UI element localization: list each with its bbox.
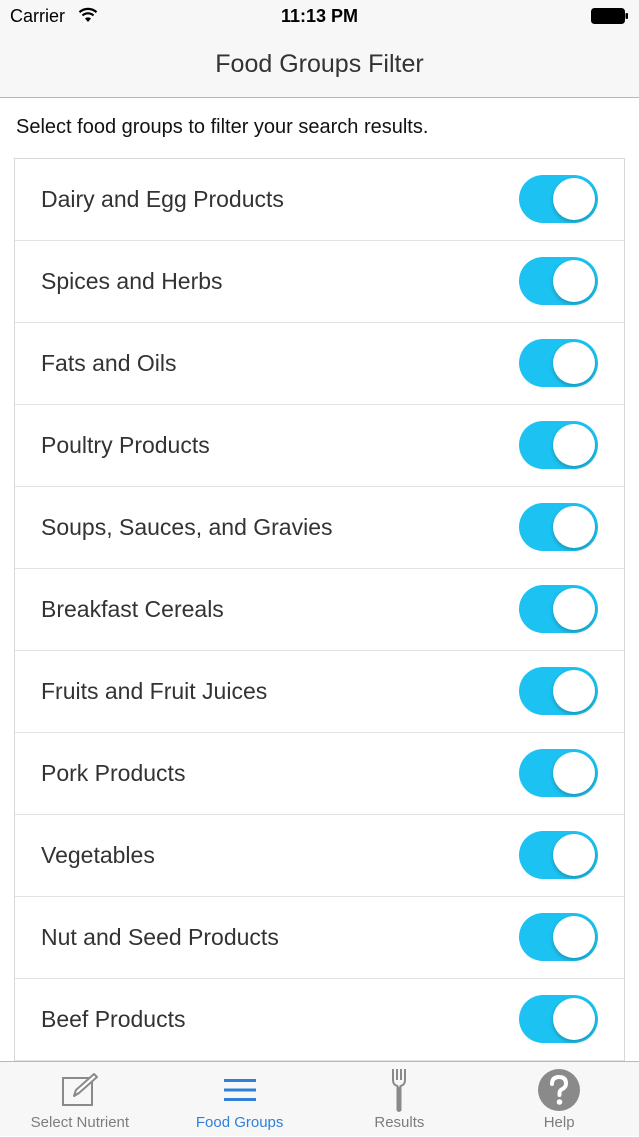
status-bar: Carrier 11:13 PM: [0, 0, 639, 34]
tab-food-groups[interactable]: Food Groups: [160, 1062, 320, 1137]
food-group-row: Dairy and Egg Products: [15, 159, 624, 241]
food-group-toggle[interactable]: [519, 503, 598, 551]
tab-label: Select Nutrient: [30, 1114, 130, 1131]
food-group-label: Vegetables: [41, 842, 155, 868]
food-group-toggle[interactable]: [519, 339, 598, 387]
food-group-row: Nut and Seed Products: [15, 897, 624, 979]
food-group-row: Poultry Products: [15, 405, 624, 487]
food-group-label: Spices and Herbs: [41, 268, 223, 294]
toggle-knob: [553, 178, 595, 220]
toggle-knob: [553, 752, 595, 794]
help-icon: [479, 1068, 639, 1112]
food-group-toggle[interactable]: [519, 913, 598, 961]
tab-help[interactable]: Help: [479, 1062, 639, 1137]
toggle-knob: [553, 998, 595, 1040]
food-group-row: Breakfast Cereals: [15, 569, 624, 651]
food-group-row: Fruits and Fruit Juices: [15, 651, 624, 733]
tab-label: Food Groups: [195, 1114, 284, 1131]
tab-select-nutrient[interactable]: Select Nutrient: [0, 1062, 160, 1137]
food-group-label: Poultry Products: [41, 432, 210, 458]
food-group-toggle[interactable]: [519, 175, 598, 223]
tab-results[interactable]: Results: [320, 1062, 480, 1137]
toggle-knob: [553, 260, 595, 302]
instructions-text: Select food groups to filter your search…: [16, 116, 429, 138]
food-group-label: Pork Products: [41, 760, 186, 786]
toggle-knob: [553, 588, 595, 630]
food-group-row: Soups, Sauces, and Gravies: [15, 487, 624, 569]
food-group-toggle[interactable]: [519, 749, 598, 797]
toggle-knob: [553, 834, 595, 876]
food-group-list: Dairy and Egg Products Spices and Herbs …: [14, 158, 625, 1061]
food-group-toggle[interactable]: [519, 421, 598, 469]
food-group-label: Fruits and Fruit Juices: [41, 678, 268, 704]
food-group-row: Vegetables: [15, 815, 624, 897]
food-group-toggle[interactable]: [519, 585, 598, 633]
food-group-row: Pork Products: [15, 733, 624, 815]
navigation-bar: Food Groups Filter: [0, 34, 639, 98]
edit-icon: [0, 1068, 160, 1112]
toggle-knob: [553, 342, 595, 384]
toggle-knob: [553, 670, 595, 712]
food-group-label: Beef Products: [41, 1006, 186, 1032]
fork-icon: [320, 1068, 480, 1112]
tab-label: Help: [543, 1114, 575, 1131]
status-time: 11:13 PM: [280, 6, 359, 26]
food-group-toggle[interactable]: [519, 995, 598, 1043]
food-group-label: Dairy and Egg Products: [41, 186, 284, 212]
food-group-label: Nut and Seed Products: [41, 924, 279, 950]
toggle-knob: [553, 506, 595, 548]
toggle-knob: [553, 916, 595, 958]
food-group-row: Spices and Herbs: [15, 241, 624, 323]
food-group-toggle[interactable]: [519, 257, 598, 305]
tab-bar: Select Nutrient Food Groups Results Help: [0, 1061, 639, 1136]
food-group-label: Soups, Sauces, and Gravies: [41, 514, 333, 540]
food-group-label: Fats and Oils: [41, 350, 177, 376]
toggle-knob: [553, 424, 595, 466]
tab-label: Results: [374, 1114, 425, 1131]
list-icon: [160, 1068, 320, 1112]
food-group-row: Beef Products: [15, 979, 624, 1061]
food-group-row: Fats and Oils: [15, 323, 624, 405]
food-group-toggle[interactable]: [519, 667, 598, 715]
page-title: Food Groups Filter: [215, 50, 424, 78]
food-group-label: Breakfast Cereals: [41, 596, 224, 622]
food-group-toggle[interactable]: [519, 831, 598, 879]
battery-icon: [591, 8, 629, 24]
